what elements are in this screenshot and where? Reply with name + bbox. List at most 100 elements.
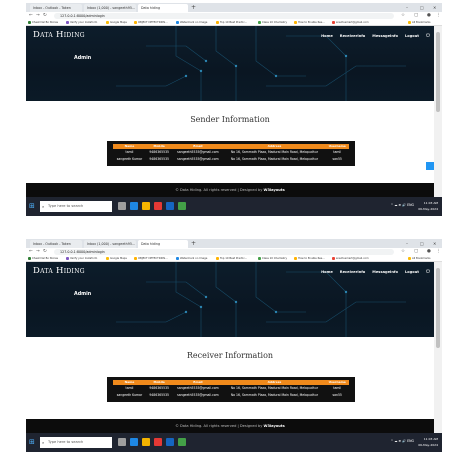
cell-mobile: 9486365535 <box>145 385 173 392</box>
back-icon[interactable]: ← <box>29 12 33 20</box>
nav-receiver-info[interactable]: ReceiverInfo <box>340 270 366 274</box>
browser-tab[interactable]: Inbox (1,000) - sangeeth95... <box>84 4 136 12</box>
info-table-panel: Name Mobile Email Address Username tamil… <box>107 377 355 402</box>
site-footer: © Data Hiding. All rights reserved | Des… <box>26 183 434 197</box>
menu-icon[interactable]: ⋮ <box>436 12 441 20</box>
page-scrollbar[interactable] <box>434 262 442 433</box>
footer-text: © Data Hiding. All rights reserved | Des… <box>175 424 264 428</box>
reload-icon[interactable]: ↻ <box>43 12 47 20</box>
nav-home[interactable]: Home <box>321 270 333 274</box>
section-title: Receiver Information <box>186 351 274 360</box>
cell-address: No 16, Sammath Plaza, Madurai Main Road,… <box>223 149 326 156</box>
maximize-icon[interactable]: □ <box>420 239 424 248</box>
taskbar-search-input[interactable]: ⌕ Type here to search <box>40 437 112 448</box>
browser-tab-active[interactable]: Data hiding <box>138 4 188 12</box>
scroll-to-top-button[interactable] <box>426 162 434 170</box>
browser-tab[interactable]: Inbox - Outlook - Taken <box>30 240 82 248</box>
close-window-icon[interactable]: ✕ <box>433 239 436 248</box>
url-input[interactable]: 127.0.0.1:8000/adminlogin <box>54 249 394 255</box>
nav-home[interactable]: Home <box>321 34 333 38</box>
power-icon[interactable]: ⏻ <box>426 33 430 39</box>
profile-icon[interactable]: ● <box>427 248 431 256</box>
scrollbar-thumb[interactable] <box>436 268 440 348</box>
clock-date: 06-May-2024 <box>418 443 438 447</box>
nav-receiver-info[interactable]: ReceiverInfo <box>340 34 366 38</box>
site-header: Data Hiding Home ReceiverInfo MessageInf… <box>26 26 434 101</box>
info-table: Name Mobile Email Address Username tamil… <box>113 380 349 399</box>
app-icon[interactable] <box>178 438 186 446</box>
taskbar-clock[interactable]: 11:03 AM 06-May-2024 <box>418 436 438 448</box>
browser-tab[interactable]: Inbox (1,000) - sangeeth95... <box>84 240 136 248</box>
extensions-icon[interactable]: ▢ <box>414 248 418 256</box>
cell-username: san55 <box>325 392 349 399</box>
task-view-icon[interactable] <box>118 438 126 446</box>
scrollbar-thumb[interactable] <box>436 32 440 112</box>
page-scrollbar[interactable] <box>434 26 442 197</box>
chrome-icon[interactable] <box>154 202 162 210</box>
windows-start-icon[interactable]: ⊞ <box>29 438 35 447</box>
cell-username: san55 <box>325 156 349 163</box>
edge-icon[interactable] <box>130 438 138 446</box>
extensions-icon[interactable]: ▢ <box>414 12 418 20</box>
taskbar-search-placeholder: Type here to search <box>48 204 84 208</box>
new-tab-icon[interactable]: + <box>191 3 196 12</box>
search-icon: ⌕ <box>42 204 45 209</box>
page-role-title: Admin <box>74 56 92 61</box>
browser-tab-strip: Inbox - Outlook - Taken Inbox (1,000) - … <box>26 239 442 248</box>
store-icon[interactable] <box>166 202 174 210</box>
browser-tab-strip: Inbox - Outlook - Taken Inbox (1,000) - … <box>26 3 442 12</box>
minimize-icon[interactable]: – <box>406 3 408 12</box>
close-window-icon[interactable]: ✕ <box>433 3 436 12</box>
menu-icon[interactable]: ⋮ <box>436 248 441 256</box>
nav-message-info[interactable]: MessageInfo <box>372 270 398 274</box>
app-icon[interactable] <box>178 202 186 210</box>
screenshot-sender-info: Inbox - Outlook - Taken Inbox (1,000) - … <box>26 3 442 216</box>
browser-tab-active[interactable]: Data hiding <box>138 240 188 248</box>
star-icon[interactable]: ☆ <box>401 248 405 256</box>
brand-logo[interactable]: Data Hiding <box>33 266 85 276</box>
star-icon[interactable]: ☆ <box>401 12 405 20</box>
cell-email: sangeeth5535@gmail.com <box>172 156 224 163</box>
info-table-panel: Name Mobile Email Address Username tamil… <box>107 141 355 166</box>
power-icon[interactable]: ⏻ <box>426 269 430 275</box>
cell-address: No 16, Sammath Plaza, Madurai Main Road,… <box>223 385 326 392</box>
back-icon[interactable]: ← <box>29 248 33 256</box>
cell-address: No 16, Sammath Plaza, Madurai Main Road,… <box>223 156 326 163</box>
chrome-icon[interactable] <box>154 438 162 446</box>
section-title: Sender Information <box>190 115 270 124</box>
taskbar-clock[interactable]: 11:03 AM 06-May-2024 <box>418 200 438 212</box>
store-icon[interactable] <box>166 438 174 446</box>
new-tab-icon[interactable]: + <box>191 239 196 248</box>
system-tray-icons[interactable]: ^ ☁ ⊕ 🔊 ENG <box>391 439 414 443</box>
browser-tab[interactable]: Inbox - Outlook - Taken <box>30 4 82 12</box>
cell-username: tamil <box>325 149 349 156</box>
system-tray-icons[interactable]: ^ ☁ ⊕ 🔊 ENG <box>391 203 414 207</box>
forward-icon[interactable]: → <box>36 12 40 20</box>
task-view-icon[interactable] <box>118 202 126 210</box>
forward-icon[interactable]: → <box>36 248 40 256</box>
brand-logo[interactable]: Data Hiding <box>33 30 85 40</box>
main-content: Sender Information Name Mobile Email Add… <box>26 101 434 183</box>
reload-icon[interactable]: ↻ <box>43 248 47 256</box>
nav-logout[interactable]: Logout <box>405 34 419 38</box>
file-explorer-icon[interactable] <box>142 202 150 210</box>
cell-name: tamil <box>113 385 146 392</box>
screenshot-receiver-info: Inbox - Outlook - Taken Inbox (1,000) - … <box>26 239 442 452</box>
maximize-icon[interactable]: □ <box>420 3 424 12</box>
file-explorer-icon[interactable] <box>142 438 150 446</box>
nav-message-info[interactable]: MessageInfo <box>372 34 398 38</box>
footer-author-link[interactable]: W3layouts <box>263 188 284 192</box>
cell-mobile: 9486365535 <box>145 149 173 156</box>
windows-start-icon[interactable]: ⊞ <box>29 202 35 211</box>
table-row: tamil 9486365535 sangeeth5535@gmail.com … <box>113 149 349 156</box>
url-input[interactable]: 127.0.0.1:8000/adminlogin <box>54 13 394 19</box>
taskbar-search-input[interactable]: ⌕ Type here to search <box>40 201 112 212</box>
main-content: Receiver Information Name Mobile Email A… <box>26 337 434 419</box>
cell-name: tamil <box>113 149 146 156</box>
edge-icon[interactable] <box>130 202 138 210</box>
footer-author-link[interactable]: W3layouts <box>263 424 284 428</box>
search-icon: ⌕ <box>42 440 45 445</box>
minimize-icon[interactable]: – <box>406 239 408 248</box>
profile-icon[interactable]: ● <box>427 12 431 20</box>
nav-logout[interactable]: Logout <box>405 270 419 274</box>
